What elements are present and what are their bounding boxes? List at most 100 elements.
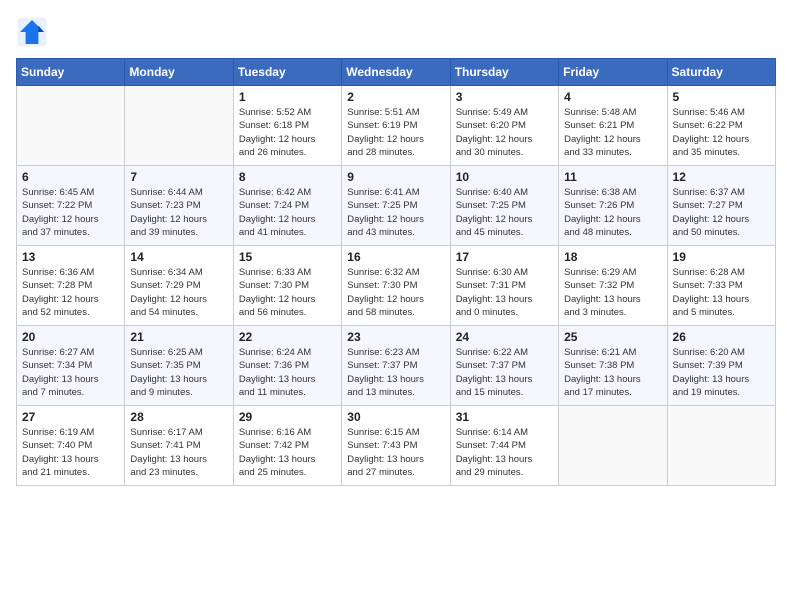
cell-info: Sunrise: 5:46 AM Sunset: 6:22 PM Dayligh… [673,106,770,159]
calendar-cell [17,86,125,166]
day-number: 14 [130,250,227,264]
day-number: 8 [239,170,336,184]
day-number: 11 [564,170,661,184]
calendar-cell: 10 Sunrise: 6:40 AM Sunset: 7:25 PM Dayli… [450,166,558,246]
calendar-cell [667,406,775,486]
day-number: 29 [239,410,336,424]
header-cell-thursday: Thursday [450,59,558,86]
cell-info: Sunrise: 6:23 AM Sunset: 7:37 PM Dayligh… [347,346,444,399]
day-number: 2 [347,90,444,104]
cell-info: Sunrise: 6:16 AM Sunset: 7:42 PM Dayligh… [239,426,336,479]
day-number: 30 [347,410,444,424]
calendar-cell: 24 Sunrise: 6:22 AM Sunset: 7:37 PM Dayli… [450,326,558,406]
header-cell-tuesday: Tuesday [233,59,341,86]
day-number: 15 [239,250,336,264]
header-cell-sunday: Sunday [17,59,125,86]
cell-info: Sunrise: 6:21 AM Sunset: 7:38 PM Dayligh… [564,346,661,399]
cell-info: Sunrise: 6:24 AM Sunset: 7:36 PM Dayligh… [239,346,336,399]
day-number: 25 [564,330,661,344]
calendar-cell: 30 Sunrise: 6:15 AM Sunset: 7:43 PM Dayli… [342,406,450,486]
cell-info: Sunrise: 6:14 AM Sunset: 7:44 PM Dayligh… [456,426,553,479]
day-number: 3 [456,90,553,104]
cell-info: Sunrise: 5:48 AM Sunset: 6:21 PM Dayligh… [564,106,661,159]
calendar-cell: 12 Sunrise: 6:37 AM Sunset: 7:27 PM Dayli… [667,166,775,246]
cell-info: Sunrise: 6:32 AM Sunset: 7:30 PM Dayligh… [347,266,444,319]
cell-info: Sunrise: 6:41 AM Sunset: 7:25 PM Dayligh… [347,186,444,239]
day-number: 6 [22,170,119,184]
week-row-1: 1 Sunrise: 5:52 AM Sunset: 6:18 PM Daylig… [17,86,776,166]
cell-info: Sunrise: 6:36 AM Sunset: 7:28 PM Dayligh… [22,266,119,319]
calendar-cell [125,86,233,166]
header-cell-monday: Monday [125,59,233,86]
day-number: 7 [130,170,227,184]
day-number: 31 [456,410,553,424]
day-number: 12 [673,170,770,184]
cell-info: Sunrise: 5:52 AM Sunset: 6:18 PM Dayligh… [239,106,336,159]
header-row: SundayMondayTuesdayWednesdayThursdayFrid… [17,59,776,86]
calendar-cell: 18 Sunrise: 6:29 AM Sunset: 7:32 PM Dayli… [559,246,667,326]
cell-info: Sunrise: 6:27 AM Sunset: 7:34 PM Dayligh… [22,346,119,399]
week-row-5: 27Sunrise: 6:19 AM Sunset: 7:40 PM Dayli… [17,406,776,486]
week-row-3: 13 Sunrise: 6:36 AM Sunset: 7:28 PM Dayli… [17,246,776,326]
calendar-cell: 14 Sunrise: 6:34 AM Sunset: 7:29 PM Dayli… [125,246,233,326]
calendar-cell: 9 Sunrise: 6:41 AM Sunset: 7:25 PM Daylig… [342,166,450,246]
calendar-cell [559,406,667,486]
day-number: 27 [22,410,119,424]
logo [16,16,52,48]
day-number: 9 [347,170,444,184]
day-number: 13 [22,250,119,264]
logo-icon [16,16,48,48]
day-number: 1 [239,90,336,104]
day-number: 21 [130,330,227,344]
calendar-cell: 28 Sunrise: 6:17 AM Sunset: 7:41 PM Dayli… [125,406,233,486]
day-number: 18 [564,250,661,264]
calendar-cell: 2 Sunrise: 5:51 AM Sunset: 6:19 PM Daylig… [342,86,450,166]
calendar-cell: 20Sunrise: 6:27 AM Sunset: 7:34 PM Dayli… [17,326,125,406]
cell-info: Sunrise: 6:33 AM Sunset: 7:30 PM Dayligh… [239,266,336,319]
calendar-cell: 15 Sunrise: 6:33 AM Sunset: 7:30 PM Dayli… [233,246,341,326]
calendar-table: SundayMondayTuesdayWednesdayThursdayFrid… [16,58,776,486]
header-cell-wednesday: Wednesday [342,59,450,86]
cell-info: Sunrise: 6:30 AM Sunset: 7:31 PM Dayligh… [456,266,553,319]
day-number: 4 [564,90,661,104]
cell-info: Sunrise: 6:15 AM Sunset: 7:43 PM Dayligh… [347,426,444,479]
calendar-cell: 11 Sunrise: 6:38 AM Sunset: 7:26 PM Dayli… [559,166,667,246]
day-number: 23 [347,330,444,344]
calendar-cell: 16 Sunrise: 6:32 AM Sunset: 7:30 PM Dayli… [342,246,450,326]
calendar-cell: 19Sunrise: 6:28 AM Sunset: 7:33 PM Dayli… [667,246,775,326]
calendar-cell: 7Sunrise: 6:44 AM Sunset: 7:23 PM Daylig… [125,166,233,246]
header-cell-saturday: Saturday [667,59,775,86]
calendar-cell: 31 Sunrise: 6:14 AM Sunset: 7:44 PM Dayli… [450,406,558,486]
calendar-cell: 1 Sunrise: 5:52 AM Sunset: 6:18 PM Daylig… [233,86,341,166]
header-cell-friday: Friday [559,59,667,86]
calendar-cell: 23 Sunrise: 6:23 AM Sunset: 7:37 PM Dayli… [342,326,450,406]
cell-info: Sunrise: 6:29 AM Sunset: 7:32 PM Dayligh… [564,266,661,319]
calendar-cell: 26 Sunrise: 6:20 AM Sunset: 7:39 PM Dayli… [667,326,775,406]
calendar-cell: 25 Sunrise: 6:21 AM Sunset: 7:38 PM Dayli… [559,326,667,406]
week-row-4: 20Sunrise: 6:27 AM Sunset: 7:34 PM Dayli… [17,326,776,406]
calendar-cell: 21Sunrise: 6:25 AM Sunset: 7:35 PM Dayli… [125,326,233,406]
cell-info: Sunrise: 6:34 AM Sunset: 7:29 PM Dayligh… [130,266,227,319]
cell-info: Sunrise: 5:51 AM Sunset: 6:19 PM Dayligh… [347,106,444,159]
cell-info: Sunrise: 6:28 AM Sunset: 7:33 PM Dayligh… [673,266,770,319]
cell-info: Sunrise: 5:49 AM Sunset: 6:20 PM Dayligh… [456,106,553,159]
calendar-cell: 8 Sunrise: 6:42 AM Sunset: 7:24 PM Daylig… [233,166,341,246]
cell-info: Sunrise: 6:42 AM Sunset: 7:24 PM Dayligh… [239,186,336,239]
cell-info: Sunrise: 6:37 AM Sunset: 7:27 PM Dayligh… [673,186,770,239]
day-number: 24 [456,330,553,344]
day-number: 10 [456,170,553,184]
day-number: 26 [673,330,770,344]
calendar-cell: 29 Sunrise: 6:16 AM Sunset: 7:42 PM Dayli… [233,406,341,486]
calendar-header: SundayMondayTuesdayWednesdayThursdayFrid… [17,59,776,86]
cell-info: Sunrise: 6:22 AM Sunset: 7:37 PM Dayligh… [456,346,553,399]
day-number: 16 [347,250,444,264]
calendar-cell: 13 Sunrise: 6:36 AM Sunset: 7:28 PM Dayli… [17,246,125,326]
calendar-cell: 27Sunrise: 6:19 AM Sunset: 7:40 PM Dayli… [17,406,125,486]
cell-info: Sunrise: 6:20 AM Sunset: 7:39 PM Dayligh… [673,346,770,399]
page-header [16,16,776,48]
cell-info: Sunrise: 6:38 AM Sunset: 7:26 PM Dayligh… [564,186,661,239]
cell-info: Sunrise: 6:40 AM Sunset: 7:25 PM Dayligh… [456,186,553,239]
day-number: 28 [130,410,227,424]
cell-info: Sunrise: 6:17 AM Sunset: 7:41 PM Dayligh… [130,426,227,479]
day-number: 5 [673,90,770,104]
